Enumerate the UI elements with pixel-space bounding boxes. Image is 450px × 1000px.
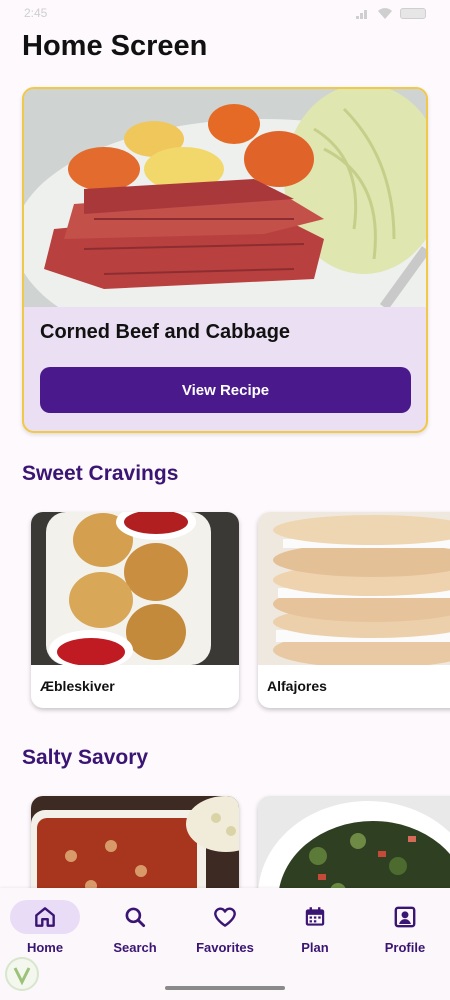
- nav-favorites-label: Favorites: [196, 940, 254, 955]
- nav-favorites[interactable]: Favorites: [180, 900, 270, 955]
- app-logo-watermark: [5, 957, 39, 991]
- section-title-sweet-cravings: Sweet Cravings: [22, 462, 179, 485]
- recipe-image-aebleskiver: [31, 512, 239, 665]
- page-title: Home Screen: [22, 30, 208, 62]
- wifi-icon: [378, 7, 392, 19]
- nav-home[interactable]: Home: [0, 900, 90, 955]
- bottom-navigation: Home Search Favorites Plan Profile: [0, 888, 450, 1000]
- nav-plan[interactable]: Plan: [270, 900, 360, 955]
- nav-profile-pill[interactable]: [370, 900, 440, 934]
- nav-plan-pill[interactable]: [280, 900, 350, 934]
- recipe-card-savory-1[interactable]: [31, 796, 239, 888]
- status-bar: 2:45: [0, 0, 450, 26]
- nav-plan-label: Plan: [301, 940, 329, 955]
- recipe-card-savory-2[interactable]: [258, 796, 450, 888]
- recipe-label: Alfajores: [267, 678, 327, 694]
- heart-icon: [214, 907, 236, 927]
- recipe-image-savory-2: [258, 796, 450, 888]
- nav-search[interactable]: Search: [90, 900, 180, 955]
- nav-search-pill[interactable]: [100, 900, 170, 934]
- status-time: 2:45: [24, 6, 48, 20]
- sweet-cravings-carousel[interactable]: Æbleskiver Alfajores: [0, 508, 450, 718]
- search-icon: [125, 907, 146, 928]
- nav-home-pill[interactable]: [10, 900, 80, 934]
- recipe-card-alfajores[interactable]: Alfajores: [258, 512, 450, 708]
- view-recipe-button[interactable]: View Recipe: [40, 367, 411, 413]
- status-icons: [356, 7, 426, 19]
- calendar-icon: [305, 907, 325, 926]
- signal-icon: [356, 9, 367, 19]
- recipe-image-savory-1: [31, 796, 239, 888]
- battery-icon: [400, 7, 426, 19]
- featured-recipe-image: [24, 89, 426, 307]
- nav-home-label: Home: [26, 940, 64, 955]
- nav-favorites-pill[interactable]: [190, 900, 260, 934]
- featured-recipe-name: Corned Beef and Cabbage: [40, 321, 291, 343]
- nav-search-label: Search: [113, 940, 157, 955]
- nav-profile[interactable]: Profile: [360, 900, 450, 955]
- salty-savory-carousel[interactable]: [0, 792, 450, 888]
- recipe-label: Æbleskiver: [40, 678, 115, 694]
- featured-recipe-card[interactable]: Corned Beef and Cabbage View Recipe: [22, 87, 428, 433]
- profile-icon: [394, 906, 416, 928]
- home-indicator: [165, 986, 285, 990]
- home-icon: [35, 907, 55, 927]
- recipe-card-aebleskiver[interactable]: Æbleskiver: [31, 512, 239, 708]
- section-title-salty-savory: Salty Savory: [22, 746, 149, 769]
- recipe-image-alfajores: [258, 512, 450, 665]
- nav-profile-label: Profile: [384, 940, 426, 955]
